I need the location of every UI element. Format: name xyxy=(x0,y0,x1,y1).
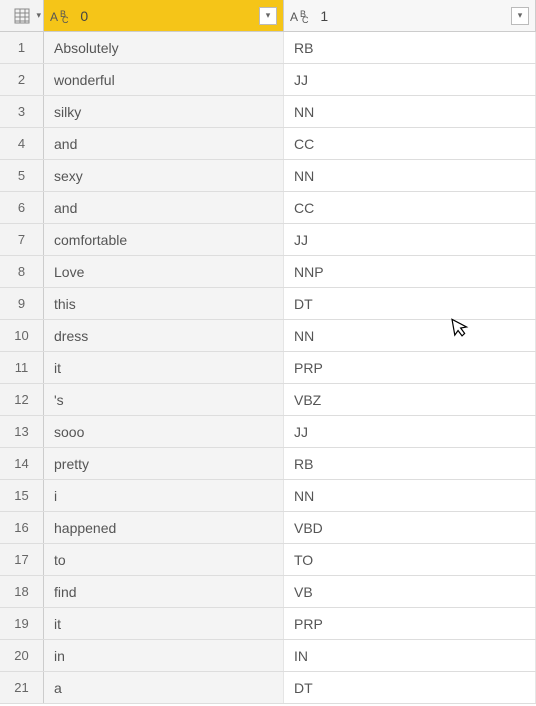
table-row[interactable]: 21aDT xyxy=(0,672,536,704)
table-row[interactable]: 9thisDT xyxy=(0,288,536,320)
row-number-cell[interactable]: 1 xyxy=(0,32,44,63)
cell-col0[interactable]: and xyxy=(44,192,284,223)
column-name: 1 xyxy=(320,8,328,24)
row-number-cell[interactable]: 10 xyxy=(0,320,44,351)
cell-col0[interactable]: silky xyxy=(44,96,284,127)
cell-col0[interactable]: find xyxy=(44,576,284,607)
cell-col1[interactable]: VBZ xyxy=(284,384,536,415)
cell-col0[interactable]: 's xyxy=(44,384,284,415)
cell-col0[interactable]: to xyxy=(44,544,284,575)
table-row[interactable]: 12'sVBZ xyxy=(0,384,536,416)
row-number-cell[interactable]: 8 xyxy=(0,256,44,287)
row-number-cell[interactable]: 6 xyxy=(0,192,44,223)
table-row[interactable]: 5sexyNN xyxy=(0,160,536,192)
cell-col1[interactable]: VBD xyxy=(284,512,536,543)
cell-col0[interactable]: dress xyxy=(44,320,284,351)
cell-col0[interactable]: sexy xyxy=(44,160,284,191)
cell-col1[interactable]: PRP xyxy=(284,352,536,383)
text-type-icon: ABC xyxy=(290,10,315,24)
row-number-cell[interactable]: 9 xyxy=(0,288,44,319)
table-row[interactable]: 6andCC xyxy=(0,192,536,224)
cell-col1[interactable]: VB xyxy=(284,576,536,607)
row-number-cell[interactable]: 17 xyxy=(0,544,44,575)
table-row[interactable]: 18findVB xyxy=(0,576,536,608)
table-row[interactable]: 2wonderfulJJ xyxy=(0,64,536,96)
cell-col1[interactable]: PRP xyxy=(284,608,536,639)
cell-col1[interactable]: DT xyxy=(284,288,536,319)
table-row[interactable]: 20inIN xyxy=(0,640,536,672)
row-number-cell[interactable]: 2 xyxy=(0,64,44,95)
row-number-cell[interactable]: 21 xyxy=(0,672,44,703)
row-number-cell[interactable]: 4 xyxy=(0,128,44,159)
cell-col1[interactable]: CC xyxy=(284,128,536,159)
row-number-cell[interactable]: 11 xyxy=(0,352,44,383)
table-row[interactable]: 10dressNN xyxy=(0,320,536,352)
row-number-cell[interactable]: 19 xyxy=(0,608,44,639)
column-filter-button[interactable]: ▾ xyxy=(259,7,277,25)
column-header-0[interactable]: ABC 0 ▾ xyxy=(44,0,284,31)
cell-col1[interactable]: DT xyxy=(284,672,536,703)
row-number-cell[interactable]: 16 xyxy=(0,512,44,543)
cell-col0[interactable]: this xyxy=(44,288,284,319)
row-number-cell[interactable]: 12 xyxy=(0,384,44,415)
cell-col1[interactable]: NNP xyxy=(284,256,536,287)
cell-col1[interactable]: NN xyxy=(284,96,536,127)
cell-col0[interactable]: and xyxy=(44,128,284,159)
row-number-cell[interactable]: 13 xyxy=(0,416,44,447)
row-number-cell[interactable]: 20 xyxy=(0,640,44,671)
cell-col0[interactable]: a xyxy=(44,672,284,703)
row-number-cell[interactable]: 7 xyxy=(0,224,44,255)
cell-col0[interactable]: wonderful xyxy=(44,64,284,95)
cell-col0[interactable]: it xyxy=(44,608,284,639)
table-row[interactable]: 14prettyRB xyxy=(0,448,536,480)
cell-col1[interactable]: NN xyxy=(284,320,536,351)
column-filter-button[interactable]: ▾ xyxy=(511,7,529,25)
cell-col0[interactable]: i xyxy=(44,480,284,511)
row-number-cell[interactable]: 18 xyxy=(0,576,44,607)
row-number-cell[interactable]: 14 xyxy=(0,448,44,479)
table-row[interactable]: 3silkyNN xyxy=(0,96,536,128)
cell-col1[interactable]: CC xyxy=(284,192,536,223)
table-row[interactable]: 15iNN xyxy=(0,480,536,512)
cell-col0[interactable]: pretty xyxy=(44,448,284,479)
cell-col0[interactable]: happened xyxy=(44,512,284,543)
row-number-cell[interactable]: 5 xyxy=(0,160,44,191)
cell-col1[interactable]: JJ xyxy=(284,224,536,255)
table-row[interactable]: 7comfortableJJ xyxy=(0,224,536,256)
table-header-row: ▾ ABC 0 ▾ ABC 1 ▾ xyxy=(0,0,536,32)
row-number-cell[interactable]: 15 xyxy=(0,480,44,511)
data-table: ▾ ABC 0 ▾ ABC 1 ▾ 1AbsolutelyRB2wonderfu… xyxy=(0,0,536,704)
row-number-cell[interactable]: 3 xyxy=(0,96,44,127)
cell-col0[interactable]: in xyxy=(44,640,284,671)
cell-col1[interactable]: RB xyxy=(284,32,536,63)
cell-col0[interactable]: it xyxy=(44,352,284,383)
table-body: 1AbsolutelyRB2wonderfulJJ3silkyNN4andCC5… xyxy=(0,32,536,704)
cell-col1[interactable]: JJ xyxy=(284,416,536,447)
table-row[interactable]: 19itPRP xyxy=(0,608,536,640)
table-row[interactable]: 8LoveNNP xyxy=(0,256,536,288)
cell-col1[interactable]: NN xyxy=(284,480,536,511)
table-row[interactable]: 16happenedVBD xyxy=(0,512,536,544)
table-row[interactable]: 1AbsolutelyRB xyxy=(0,32,536,64)
cell-col1[interactable]: RB xyxy=(284,448,536,479)
cell-col0[interactable]: sooo xyxy=(44,416,284,447)
cell-col0[interactable]: Love xyxy=(44,256,284,287)
cell-col1[interactable]: NN xyxy=(284,160,536,191)
text-type-icon: ABC xyxy=(50,10,75,24)
table-corner-cell[interactable]: ▾ xyxy=(0,0,44,31)
cell-col0[interactable]: Absolutely xyxy=(44,32,284,63)
table-row[interactable]: 4andCC xyxy=(0,128,536,160)
table-row[interactable]: 11itPRP xyxy=(0,352,536,384)
cell-col1[interactable]: IN xyxy=(284,640,536,671)
cell-col1[interactable]: JJ xyxy=(284,64,536,95)
cell-col1[interactable]: TO xyxy=(284,544,536,575)
column-header-1[interactable]: ABC 1 ▾ xyxy=(284,0,536,31)
table-row[interactable]: 17toTO xyxy=(0,544,536,576)
chevron-down-icon: ▾ xyxy=(36,10,41,21)
table-icon xyxy=(13,7,31,25)
column-name: 0 xyxy=(80,8,88,24)
table-row[interactable]: 13soooJJ xyxy=(0,416,536,448)
cell-col0[interactable]: comfortable xyxy=(44,224,284,255)
